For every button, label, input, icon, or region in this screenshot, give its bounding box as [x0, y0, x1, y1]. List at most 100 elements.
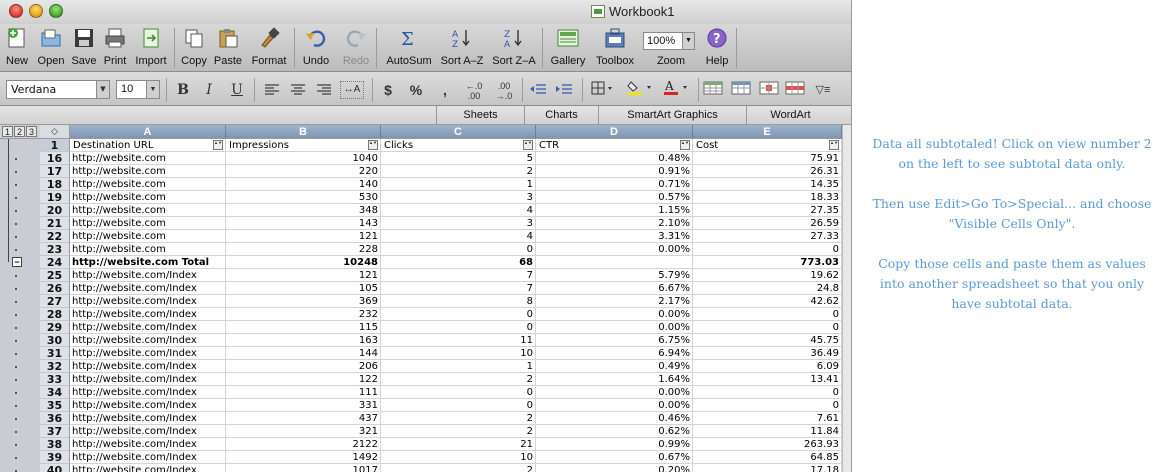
table-cell[interactable]: http://website.com [70, 152, 226, 165]
gallery-button[interactable]: Gallery [546, 24, 590, 72]
table-cell[interactable]: 143 [226, 217, 381, 230]
table-cell[interactable]: 1 [381, 360, 536, 373]
format-button[interactable]: Format [248, 24, 290, 72]
table-cell[interactable]: 0.00% [536, 243, 693, 256]
table-cell[interactable]: 10 [381, 347, 536, 360]
table-cell[interactable]: 228 [226, 243, 381, 256]
outline-level-2-button[interactable]: 2 [14, 126, 25, 137]
align-center-icon[interactable] [288, 79, 308, 101]
table-cell[interactable]: 24.8 [693, 282, 842, 295]
table-cell[interactable]: 1017 [226, 464, 381, 472]
table-cell[interactable]: 11.84 [693, 425, 842, 438]
autofilter-dropdown-icon[interactable]: ▲▼ [829, 140, 839, 150]
table-cell[interactable]: 0.48% [536, 152, 693, 165]
table-cell[interactable]: 3 [381, 217, 536, 230]
font-color-icon[interactable]: A [662, 79, 692, 101]
collapse-group-button[interactable]: − [12, 257, 22, 267]
row-header[interactable]: 29 [40, 321, 70, 334]
row-header[interactable]: 35 [40, 399, 70, 412]
paste-button[interactable]: Paste [212, 24, 244, 72]
table-cell[interactable]: 121 [226, 230, 381, 243]
table-cell[interactable]: 206 [226, 360, 381, 373]
row-header[interactable]: 39 [40, 451, 70, 464]
table-cell[interactable]: 2 [381, 464, 536, 472]
table-cell[interactable]: 6.75% [536, 334, 693, 347]
table-cell[interactable]: 530 [226, 191, 381, 204]
table-cell[interactable]: 2.10% [536, 217, 693, 230]
table-cell[interactable]: 2 [381, 165, 536, 178]
tab-sheets[interactable]: Sheets [436, 106, 524, 125]
table-cell[interactable]: http://website.com/Index [70, 269, 226, 282]
column-filter-header[interactable]: CTR [536, 139, 693, 152]
table-cell[interactable]: 0.00% [536, 399, 693, 412]
row-header[interactable]: 22 [40, 230, 70, 243]
table-cell[interactable]: http://website.com [70, 230, 226, 243]
align-left-icon[interactable] [262, 79, 282, 101]
row-header[interactable]: 27 [40, 295, 70, 308]
row-header[interactable]: 40 [40, 464, 70, 472]
increase-indent-icon[interactable] [554, 79, 574, 101]
column-header-E[interactable]: E [693, 125, 842, 139]
table-cell[interactable]: 17.18 [693, 464, 842, 472]
table-cell[interactable]: http://website.com/Index [70, 295, 226, 308]
table-cell[interactable]: 1040 [226, 152, 381, 165]
tab-wordart[interactable]: WordArt [746, 106, 834, 125]
column-filter-header[interactable]: Clicks [381, 139, 536, 152]
table-cell[interactable]: 0 [693, 399, 842, 412]
table-cell[interactable]: 36.49 [693, 347, 842, 360]
table-cell[interactable]: 140 [226, 178, 381, 191]
delete-cells-icon[interactable] [784, 79, 806, 101]
table-cell[interactable]: http://website.com [70, 178, 226, 191]
table-cell[interactable]: 0 [381, 399, 536, 412]
table-cell[interactable]: http://website.com/Index [70, 399, 226, 412]
chevron-down-icon[interactable]: ▼ [146, 81, 159, 98]
print-button[interactable]: Print [100, 24, 130, 72]
table-cell[interactable]: 27.33 [693, 230, 842, 243]
table-cell[interactable]: 64.85 [693, 451, 842, 464]
tab-smartart-graphics[interactable]: SmartArt Graphics [598, 106, 746, 125]
font-size-select[interactable]: 10 ▼ [116, 80, 160, 99]
sort-z-a-button[interactable]: Z A Sort Z–A [490, 24, 538, 72]
import-button[interactable]: Import [132, 24, 170, 72]
table-cell[interactable]: 8 [381, 295, 536, 308]
increase-decimal-icon[interactable]: ←.0.00 [462, 81, 486, 103]
row-header[interactable]: 28 [40, 308, 70, 321]
font-name-select[interactable]: Verdana ▼ [6, 80, 110, 99]
outline-level-3-button[interactable]: 3 [26, 126, 37, 137]
table-cell[interactable]: 437 [226, 412, 381, 425]
undo-button[interactable]: Undo [300, 24, 332, 72]
row-header[interactable]: 31 [40, 347, 70, 360]
table-cell[interactable]: 163 [226, 334, 381, 347]
decrease-decimal-icon[interactable]: .00 →.0 [492, 81, 516, 103]
column-filter-header[interactable]: Destination URL [70, 139, 226, 152]
table-cell[interactable]: 369 [226, 295, 381, 308]
table-cell[interactable]: http://website.com/Index [70, 347, 226, 360]
table-cell[interactable]: 10248 [226, 256, 381, 269]
row-header[interactable]: 20 [40, 204, 70, 217]
table-cell[interactable]: http://website.com/Index [70, 334, 226, 347]
row-header[interactable]: 34 [40, 386, 70, 399]
table-cell[interactable]: http://website.com Total [70, 256, 226, 269]
table-cell[interactable]: 0 [381, 386, 536, 399]
table-cell[interactable]: 2 [381, 425, 536, 438]
zoom-select[interactable]: 100% ▼ [643, 32, 695, 50]
table-cell[interactable]: 0 [381, 321, 536, 334]
table-cell[interactable]: 4 [381, 230, 536, 243]
table-cell[interactable]: 0.46% [536, 412, 693, 425]
table-cell[interactable]: 0 [693, 308, 842, 321]
table-cell[interactable]: 0 [693, 243, 842, 256]
table-cell[interactable]: 10 [381, 451, 536, 464]
table-cell[interactable]: 14.35 [693, 178, 842, 191]
table-cell[interactable]: 0.67% [536, 451, 693, 464]
table-cell[interactable]: 0.00% [536, 308, 693, 321]
table-cell[interactable]: 7 [381, 269, 536, 282]
table-cell[interactable]: 19.62 [693, 269, 842, 282]
row-header[interactable]: 17 [40, 165, 70, 178]
table-cell[interactable]: 331 [226, 399, 381, 412]
autofilter-dropdown-icon[interactable]: ▲▼ [680, 140, 690, 150]
table-cell[interactable]: 6.67% [536, 282, 693, 295]
vertical-scrollbar[interactable] [842, 125, 851, 472]
table-cell[interactable]: 220 [226, 165, 381, 178]
italic-button[interactable]: I [200, 79, 218, 101]
table-cell[interactable]: 144 [226, 347, 381, 360]
